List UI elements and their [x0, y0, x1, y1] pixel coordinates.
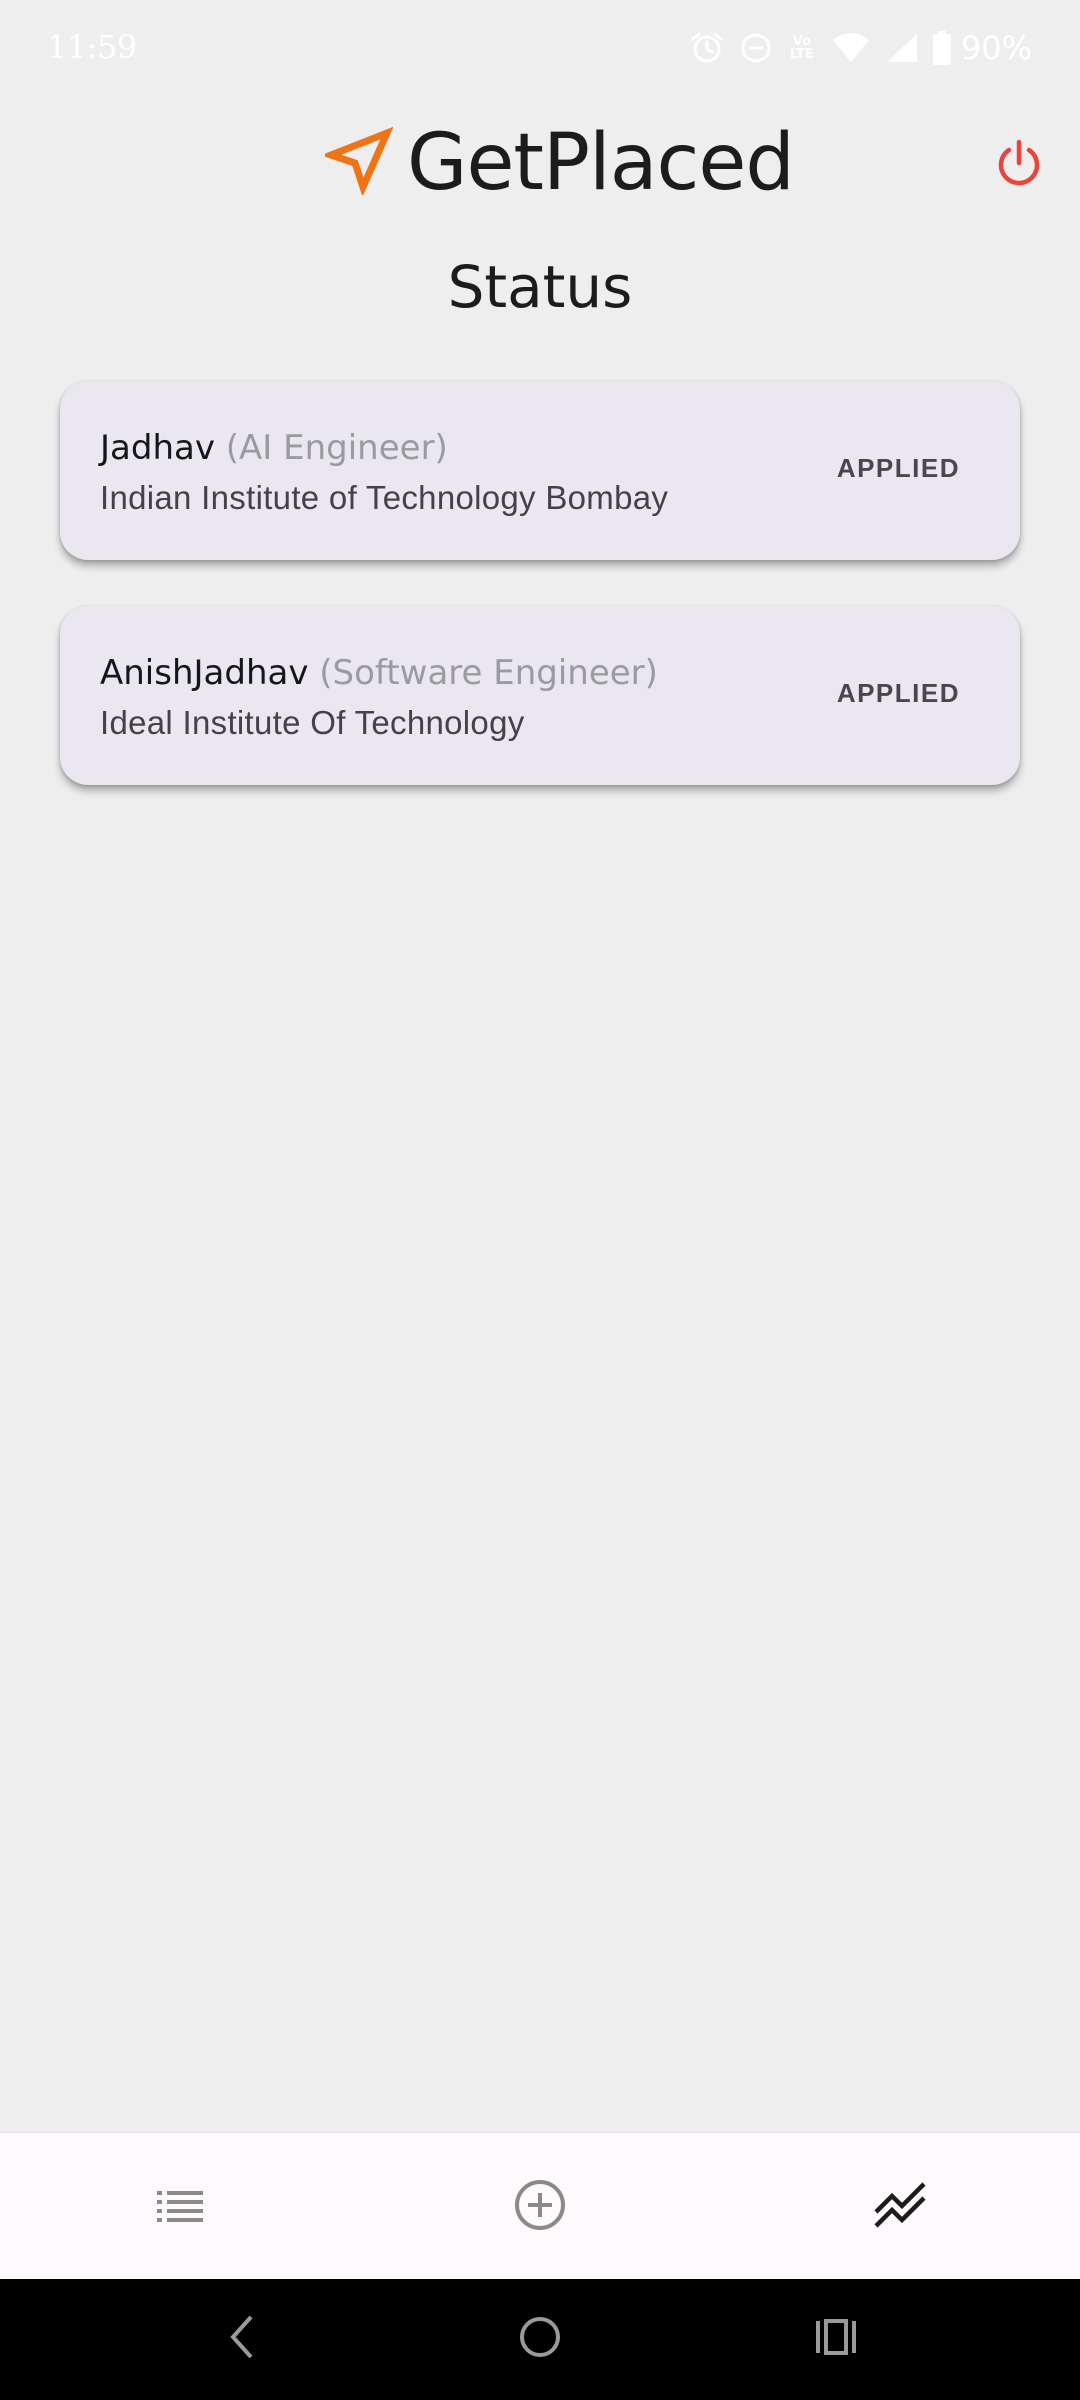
back-button[interactable]	[213, 2309, 273, 2369]
app-header: GetPlaced	[0, 110, 1080, 220]
application-card[interactable]: AnishJadhav (Software Engineer) Ideal In…	[60, 606, 1020, 785]
lte-label: LTE	[789, 47, 814, 62]
job-role: (Software Engineer)	[319, 653, 658, 693]
status-time: 11:59	[47, 28, 137, 66]
application-card[interactable]: Jadhav (AI Engineer) Indian Institute of…	[60, 381, 1020, 560]
bottom-navigation	[0, 2132, 1080, 2280]
nav-item-add[interactable]	[500, 2167, 580, 2247]
volte-icon: Vo LTE	[787, 35, 817, 61]
nav-item-list[interactable]	[140, 2167, 220, 2247]
add-circle-icon	[513, 2178, 567, 2237]
home-button[interactable]	[510, 2309, 570, 2369]
institute-name: Ideal Institute Of Technology	[100, 704, 525, 741]
card-header: AnishJadhav (Software Engineer)	[100, 656, 658, 690]
candidate-name: Jadhav	[100, 428, 215, 468]
recents-icon	[814, 2317, 858, 2362]
page-title: Status	[447, 253, 633, 321]
status-bar: 11:59 Vo LTE 90%	[0, 0, 1080, 96]
battery-percent: 90%	[960, 29, 1032, 67]
recents-button[interactable]	[806, 2309, 866, 2369]
list-icon	[155, 2185, 205, 2230]
status-badge: APPLIED	[836, 453, 960, 483]
logout-button[interactable]	[991, 136, 1047, 192]
home-icon	[518, 2315, 562, 2364]
nav-item-status[interactable]	[860, 2167, 940, 2247]
navigation-arrow-icon	[320, 126, 394, 200]
system-navigation-bar	[0, 2279, 1080, 2400]
battery-icon	[932, 31, 951, 65]
status-icons: Vo LTE 90%	[689, 26, 1032, 70]
application-list: Jadhav (AI Engineer) Indian Institute of…	[60, 381, 1020, 831]
institute-name: Indian Institute of Technology Bombay	[100, 479, 669, 516]
wifi-icon	[831, 32, 871, 64]
candidate-name: AnishJadhav	[100, 653, 309, 693]
trending-icon	[872, 2181, 928, 2233]
job-role: (AI Engineer)	[225, 428, 448, 468]
power-icon	[991, 139, 1047, 196]
signal-icon	[885, 32, 919, 64]
brand: GetPlaced	[320, 118, 795, 208]
back-icon	[223, 2313, 263, 2366]
alarm-icon	[689, 30, 725, 66]
dnd-icon	[739, 31, 773, 65]
status-badge: APPLIED	[836, 678, 960, 708]
card-header: Jadhav (AI Engineer)	[100, 431, 448, 465]
app-name: GetPlaced	[407, 118, 795, 208]
